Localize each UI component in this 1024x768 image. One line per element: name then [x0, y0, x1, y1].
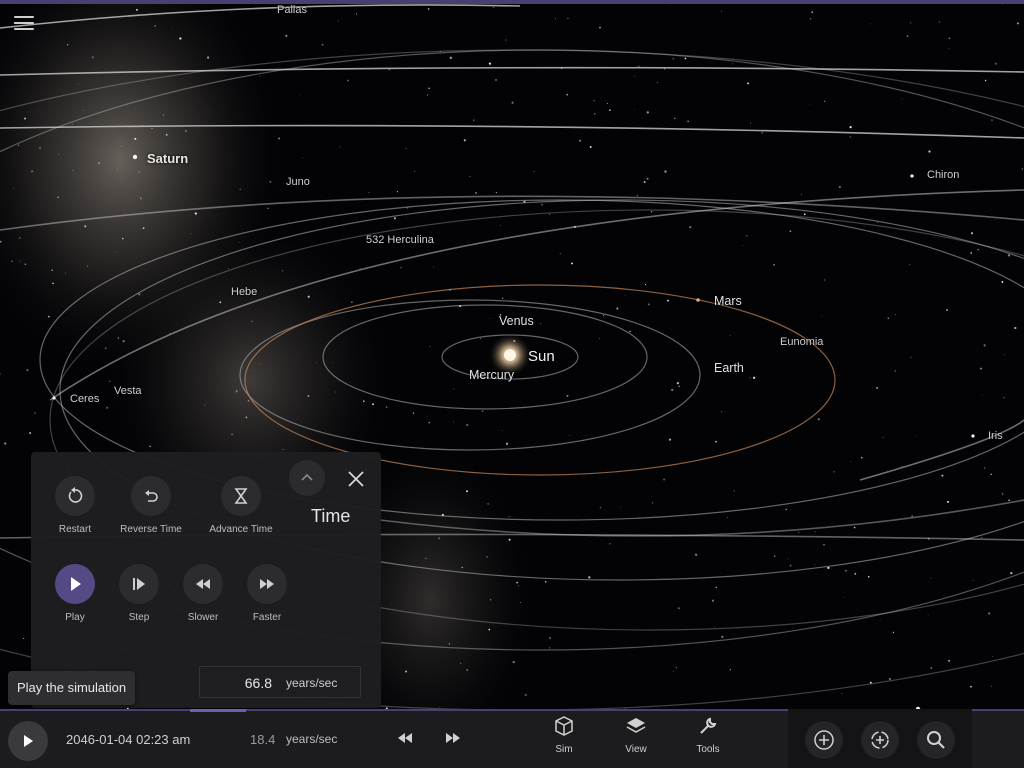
advance-time-button[interactable] — [221, 476, 261, 516]
rewind-icon — [398, 733, 412, 743]
label-mercury[interactable]: Mercury — [469, 368, 514, 382]
time-panel: Time Restart Reverse Time Advance Time P… — [31, 452, 381, 708]
time-progress-indicator — [190, 709, 246, 712]
label-chiron[interactable]: Chiron — [927, 169, 959, 181]
zoom-in-button[interactable] — [805, 721, 843, 759]
search-button[interactable] — [917, 721, 955, 759]
label-ceres[interactable]: Ceres — [70, 393, 99, 405]
label-pallas[interactable]: Pallas — [277, 4, 307, 16]
label-juno[interactable]: Juno — [286, 176, 310, 188]
faster-button[interactable] — [247, 564, 287, 604]
chevron-up-icon — [301, 473, 313, 481]
advance-time-control[interactable]: Advance Time — [196, 476, 286, 535]
sim-rate-value: 18.4 — [250, 732, 276, 747]
label-mars[interactable]: Mars — [714, 294, 742, 308]
close-panel-button[interactable] — [345, 468, 367, 490]
play-button[interactable] — [55, 564, 95, 604]
play-icon — [71, 577, 81, 591]
sim-rate-unit: years/sec — [286, 732, 338, 746]
sun-core — [504, 349, 516, 361]
cube-icon — [555, 716, 573, 736]
play-icon — [24, 735, 33, 747]
recenter-icon — [871, 731, 889, 749]
menu-icon[interactable] — [14, 16, 34, 32]
nav-tools-label: Tools — [696, 744, 720, 755]
reverse-time-button[interactable] — [131, 476, 171, 516]
label-venus[interactable]: Venus — [499, 314, 534, 328]
nav-view-button[interactable]: View — [608, 715, 664, 765]
label-sun[interactable]: Sun — [528, 348, 555, 365]
layers-icon — [626, 718, 646, 733]
nav-tools-button[interactable]: Tools — [680, 715, 736, 765]
speed-input[interactable]: 66.8 years/sec — [199, 666, 361, 698]
slower-button[interactable] — [183, 564, 223, 604]
collapse-panel-button[interactable] — [289, 460, 325, 496]
close-icon — [348, 471, 364, 487]
nav-sim-label: Sim — [555, 744, 573, 755]
reverse-time-control[interactable]: Reverse Time — [106, 476, 196, 535]
label-earth[interactable]: Earth — [714, 361, 744, 375]
step-icon — [133, 578, 145, 590]
play-tooltip: Play the simulation — [8, 671, 136, 705]
fast-forward-icon — [260, 579, 274, 589]
advance-time-label: Advance Time — [209, 524, 273, 535]
restart-button[interactable] — [55, 476, 95, 516]
label-saturn[interactable]: Saturn — [147, 151, 188, 166]
top-accent-strip — [0, 0, 1024, 4]
label-vesta[interactable]: Vesta — [114, 385, 142, 397]
panel-title: Time — [311, 506, 351, 526]
label-herculina[interactable]: 532 Herculina — [366, 234, 434, 246]
speed-value: 66.8 — [244, 675, 272, 691]
zoom-in-icon — [814, 730, 834, 750]
label-eunomia[interactable]: Eunomia — [780, 336, 823, 348]
restart-icon — [68, 487, 83, 503]
reverse-icon — [145, 490, 158, 502]
nav-sim-button[interactable]: Sim — [536, 715, 592, 765]
faster-button[interactable] — [438, 723, 468, 753]
slower-button[interactable] — [390, 723, 420, 753]
wrench-icon — [700, 717, 717, 734]
bottom-play-button[interactable] — [8, 721, 48, 761]
faster-label: Faster — [252, 612, 282, 623]
bottom-bar: 2046-01-04 02:23 am 18.4 years/sec Sim V… — [0, 709, 1024, 768]
rewind-icon — [196, 579, 210, 589]
search-icon — [927, 731, 945, 749]
label-hebe[interactable]: Hebe — [231, 286, 257, 298]
reverse-time-label: Reverse Time — [120, 524, 182, 535]
step-button[interactable] — [119, 564, 159, 604]
label-iris[interactable]: Iris — [988, 430, 1003, 442]
camera-controls — [788, 709, 972, 768]
speed-unit: years/sec — [286, 676, 338, 690]
faster-control[interactable]: Faster — [222, 564, 312, 623]
fast-forward-icon — [446, 733, 460, 743]
nav-view-label: View — [625, 744, 647, 755]
sim-date: 2046-01-04 02:23 am — [66, 732, 191, 747]
hourglass-icon — [234, 488, 248, 504]
recenter-button[interactable] — [861, 721, 899, 759]
